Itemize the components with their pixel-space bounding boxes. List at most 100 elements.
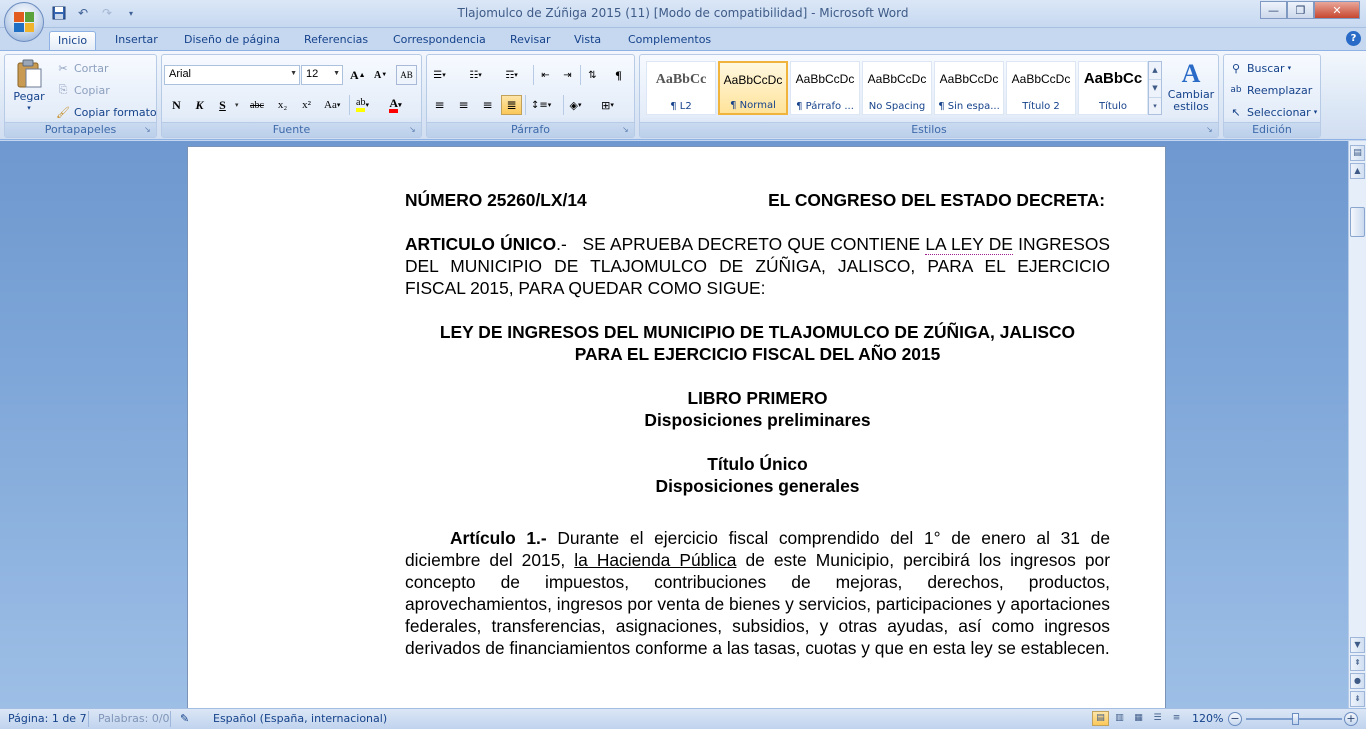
close-button[interactable]: ✕ xyxy=(1314,1,1360,19)
tab-insertar[interactable]: Insertar xyxy=(107,31,166,50)
underline-button[interactable]: S xyxy=(212,95,233,115)
replace-icon: ab xyxy=(1230,85,1242,95)
bold-button[interactable]: N xyxy=(166,95,187,115)
document-page[interactable]: NÚMERO 25260/LX/14 EL CONGRESO DEL ESTAD… xyxy=(187,146,1166,708)
clear-format-button[interactable]: AB xyxy=(396,65,417,85)
page-count[interactable]: Página: 1 de 7 xyxy=(8,712,87,725)
scroll-up-icon[interactable]: ▲ xyxy=(1350,163,1365,179)
print-layout-view-icon[interactable]: ▤ xyxy=(1092,711,1109,726)
sort-button[interactable]: ⇅ xyxy=(582,65,603,85)
scroll-thumb[interactable] xyxy=(1350,207,1365,237)
tab-diseno-pagina[interactable]: Diseño de página xyxy=(176,31,288,50)
copy-button[interactable]: ⎘ Copiar xyxy=(55,80,110,100)
tab-vista[interactable]: Vista xyxy=(566,31,609,50)
chevron-down-icon[interactable]: ▾ xyxy=(235,101,239,109)
vertical-scrollbar[interactable]: ▤ ▲ ▼ ⇞ ● ⇟ xyxy=(1348,141,1366,708)
style-tile-sin-espaciado[interactable]: AaBbCcDc ¶ Sin espa... xyxy=(934,61,1004,115)
group-paragraph: ☰ ▾ ☷ ▾ ☶ ▾ ⇤ ⇥ ⇅ ¶ ≡ ≡ ≡ ≣ ↕≡ ▾ ◈ ▾ ⊞ ▾ Párra… xyxy=(426,54,635,138)
superscript-button[interactable]: x² xyxy=(296,95,317,115)
scroll-down-icon[interactable]: ▼ xyxy=(1149,80,1161,98)
group-label-paragraph: Párrafo xyxy=(427,122,634,137)
language[interactable]: Español (España, internacional) xyxy=(213,712,387,725)
dialog-launcher-icon[interactable]: ↘ xyxy=(144,125,154,135)
align-center-button[interactable]: ≡ xyxy=(453,95,474,115)
align-right-button[interactable]: ≡ xyxy=(477,95,498,115)
zoom-slider[interactable] xyxy=(1246,713,1342,725)
increase-indent-button[interactable]: ⇥ xyxy=(557,65,578,85)
dialog-launcher-icon[interactable]: ↘ xyxy=(622,125,632,135)
zoom-level[interactable]: 120% xyxy=(1192,712,1223,725)
format-painter-button[interactable]: 🖌 Copiar formato xyxy=(55,102,157,122)
tab-complementos[interactable]: Complementos xyxy=(620,31,719,50)
help-icon[interactable]: ? xyxy=(1346,31,1361,46)
show-marks-button[interactable]: ¶ xyxy=(608,65,629,85)
styles-gallery-scroll[interactable]: ▲ ▼ ▾ xyxy=(1148,61,1162,115)
change-case-button[interactable]: Aa ▾ xyxy=(320,95,344,115)
title-heading: Título Único Disposiciones generales xyxy=(405,453,1110,497)
style-tile-titulo[interactable]: AaBbCc Título xyxy=(1078,61,1148,115)
change-styles-button[interactable]: A Cambiar estilos xyxy=(1166,59,1216,119)
paste-button[interactable]: Pegar ▾ xyxy=(11,59,47,117)
dialog-launcher-icon[interactable]: ↘ xyxy=(1206,125,1216,135)
style-tile-no-spacing[interactable]: AaBbCcDc No Spacing xyxy=(862,61,932,115)
align-left-button[interactable]: ≡ xyxy=(429,95,450,115)
tab-revisar[interactable]: Revisar xyxy=(502,31,558,50)
word-count[interactable]: Palabras: 0/0 xyxy=(98,712,170,725)
ruler-toggle-icon[interactable]: ▤ xyxy=(1350,145,1365,161)
shading-button[interactable]: ◈ ▾ xyxy=(565,95,586,115)
style-tile-l2[interactable]: AaBbCc ¶ L2 xyxy=(646,61,716,115)
more-icon[interactable]: ▾ xyxy=(1149,98,1161,115)
outline-view-icon[interactable]: ☰ xyxy=(1149,711,1166,726)
decrease-indent-icon: ⇤ xyxy=(541,69,550,81)
tab-referencias[interactable]: Referencias xyxy=(296,31,376,50)
cut-button[interactable]: ✂ Cortar xyxy=(55,58,108,78)
maximize-button[interactable]: ❐ xyxy=(1287,1,1314,19)
zoom-in-button[interactable]: + xyxy=(1344,712,1358,726)
borders-button[interactable]: ⊞ ▾ xyxy=(597,95,618,115)
borders-icon: ⊞ xyxy=(601,98,611,112)
highlight-button[interactable]: ab ▾ xyxy=(352,95,373,115)
zoom-out-button[interactable]: − xyxy=(1228,712,1242,726)
multilevel-list-button[interactable]: ☶ ▾ xyxy=(501,65,522,85)
font-color-button[interactable]: A ▾ xyxy=(385,95,406,115)
proofing-icon[interactable]: ✎ xyxy=(180,712,189,725)
browse-object-icon[interactable]: ● xyxy=(1350,673,1365,689)
law-title-line-2: PARA EL EJERCICIO FISCAL DEL AÑO 2015 xyxy=(574,344,941,364)
ribbon-tabs: Inicio Insertar Diseño de página Referen… xyxy=(0,28,1366,50)
justify-button[interactable]: ≣ xyxy=(501,95,522,115)
next-page-icon[interactable]: ⇟ xyxy=(1350,691,1365,707)
scroll-up-icon[interactable]: ▲ xyxy=(1149,62,1161,80)
replace-button[interactable]: ab Reemplazar xyxy=(1228,80,1312,100)
font-family-select[interactable]: Arial ▼ xyxy=(164,65,300,85)
office-button[interactable] xyxy=(4,2,44,42)
decrease-indent-button[interactable]: ⇤ xyxy=(535,65,556,85)
web-layout-icon[interactable]: ▦ xyxy=(1130,711,1147,726)
bullets-button[interactable]: ☰ ▾ xyxy=(429,65,450,85)
find-button[interactable]: ⚲ Buscar ▾ xyxy=(1228,58,1291,78)
select-button[interactable]: ↖ Seleccionar ▾ xyxy=(1228,102,1317,122)
tab-correspondencia[interactable]: Correspondencia xyxy=(385,31,494,50)
article-unico-paragraph: ARTICULO ÚNICO.- SE APRUEBA DECRETO QUE … xyxy=(405,233,1110,299)
style-tile-parrafo[interactable]: AaBbCcDc ¶ Párrafo ... xyxy=(790,61,860,115)
subscript-button[interactable]: x₂ xyxy=(272,95,293,115)
scroll-down-icon[interactable]: ▼ xyxy=(1350,637,1365,653)
tab-inicio[interactable]: Inicio xyxy=(49,31,97,50)
style-tile-titulo-2[interactable]: AaBbCcDc Título 2 xyxy=(1006,61,1076,115)
full-screen-reading-icon[interactable]: ▥ xyxy=(1111,711,1128,726)
previous-page-icon[interactable]: ⇞ xyxy=(1350,655,1365,671)
minimize-button[interactable]: — xyxy=(1260,1,1287,19)
change-case-icon: Aa xyxy=(324,99,337,111)
shrink-font-button[interactable]: A ▼ xyxy=(370,65,391,85)
line-spacing-button[interactable]: ↕≡ ▾ xyxy=(527,95,555,115)
dialog-launcher-icon[interactable]: ↘ xyxy=(409,125,419,135)
document-area[interactable]: NÚMERO 25260/LX/14 EL CONGRESO DEL ESTAD… xyxy=(0,141,1348,708)
document-text[interactable]: NÚMERO 25260/LX/14 EL CONGRESO DEL ESTAD… xyxy=(405,189,1110,681)
italic-button[interactable]: K xyxy=(189,95,210,115)
style-tile-normal[interactable]: AaBbCcDc ¶ Normal xyxy=(718,61,788,115)
numbering-button[interactable]: ☷ ▾ xyxy=(465,65,486,85)
draft-view-icon[interactable]: ≡ xyxy=(1168,711,1185,726)
strikethrough-button[interactable]: abc xyxy=(246,95,268,115)
font-size-select[interactable]: 12 ▼ xyxy=(301,65,343,85)
grow-font-button[interactable]: A ▲ xyxy=(346,65,370,85)
zoom-slider-thumb[interactable] xyxy=(1292,713,1299,725)
